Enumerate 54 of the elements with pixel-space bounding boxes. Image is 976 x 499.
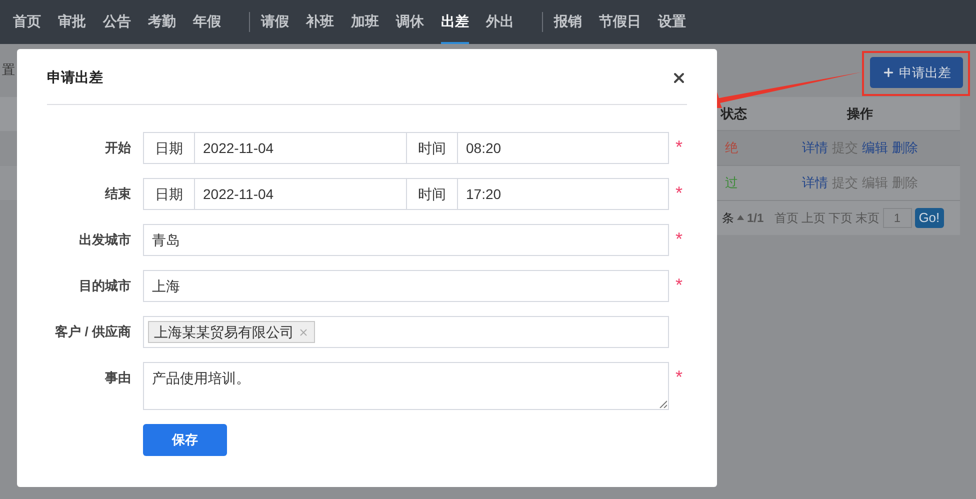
time-value: 17:20 (465, 184, 502, 204)
field-label: 客户 / 供应商 (54, 323, 132, 341)
input-field[interactable]: 上海 (143, 270, 669, 302)
nav-tab[interactable]: 首页 (13, 0, 41, 44)
field-label: 事由 (104, 369, 132, 387)
nav-tab[interactable]: 外出 (486, 0, 514, 44)
text-area[interactable]: 产品使用培训。 (143, 362, 669, 410)
required-marker: * (675, 138, 682, 156)
count-text: 条 (722, 210, 734, 226)
required-marker: * (675, 184, 682, 202)
status-text: 绝 (724, 139, 739, 158)
required-marker: * (675, 230, 682, 248)
nav-tab[interactable]: 调休 (396, 0, 424, 44)
resize-handle-icon[interactable] (659, 400, 667, 408)
plus-icon (882, 66, 895, 79)
column-header: 状态 (719, 104, 748, 123)
sort-up-icon (737, 215, 744, 220)
column-header: 操作 (846, 104, 874, 123)
field-label: 开始 (104, 139, 132, 157)
tag-input-field[interactable]: 上海某某贸易有限公司 (143, 316, 669, 348)
field-label: 出发城市 (78, 231, 132, 249)
nav-tab[interactable]: 设置 (658, 0, 686, 44)
time-value: 08:20 (465, 138, 502, 158)
nav-tab[interactable]: 节假日 (599, 0, 641, 44)
field-label: 目的城市 (78, 277, 132, 295)
date-value: 2022-11-04 (195, 179, 407, 209)
nav-tab[interactable]: 请假 (261, 0, 289, 44)
nav-tab[interactable]: 加班 (351, 0, 379, 44)
date-value: 2022-11-04 (195, 133, 407, 163)
required-marker: * (675, 276, 682, 294)
nav-tab[interactable]: 审批 (58, 0, 86, 44)
nav-tab[interactable]: 考勤 (148, 0, 176, 44)
time-label: 时间 (407, 133, 458, 163)
field-label: 结束 (104, 185, 132, 203)
save-button[interactable]: 保存 (143, 424, 227, 456)
go-button[interactable]: Go! (914, 208, 944, 228)
date-label: 日期 (144, 179, 195, 209)
tag-label: 上海某某贸易有限公司 (154, 322, 294, 342)
page-text: 置 (2, 61, 15, 79)
required-marker: * (675, 368, 682, 386)
page-indicator: 1/1 (747, 210, 764, 226)
nav-tab[interactable]: 出差 (441, 0, 469, 44)
input-field[interactable]: 青岛 (143, 224, 669, 256)
date-label: 日期 (144, 133, 195, 163)
datetime-field[interactable]: 日期 2022-11-04 时间 17:20 (143, 178, 669, 210)
nav-tab[interactable]: 报销 (554, 0, 582, 44)
nav-tab[interactable]: 公告 (103, 0, 131, 44)
dialog-title: 申请出差 (47, 68, 103, 87)
nav-tab[interactable]: 补班 (306, 0, 334, 44)
datetime-field[interactable]: 日期 2022-11-04 时间 08:20 (143, 132, 669, 164)
time-label: 时间 (407, 179, 458, 209)
new-trip-button[interactable]: 申请出差 (870, 57, 963, 88)
status-text: 过 (724, 174, 739, 192)
nav-tab[interactable]: 年假 (193, 0, 221, 44)
